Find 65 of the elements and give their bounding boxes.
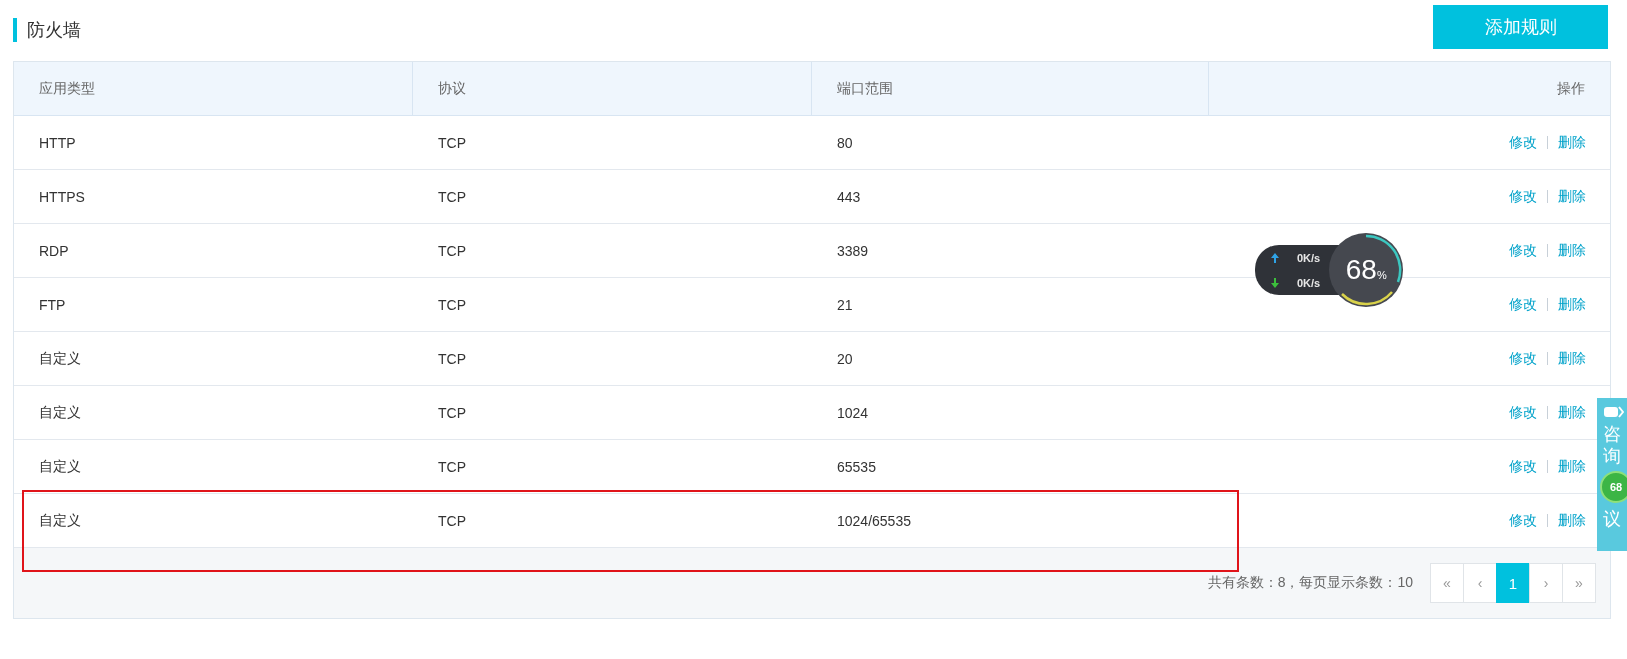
page-button[interactable]: «	[1430, 563, 1464, 603]
action-link[interactable]: 删除	[1558, 511, 1586, 530]
pagination-summary: 共有条数：8，每页显示条数：10	[1207, 574, 1413, 592]
download-arrow-icon	[1271, 277, 1279, 288]
page-button[interactable]: ‹	[1463, 563, 1497, 603]
table-cell-text: 21	[836, 296, 854, 313]
consult-label: 议	[1603, 509, 1621, 531]
upload-speed: 0K/s	[1297, 251, 1321, 264]
table-cell-text: 3389	[836, 242, 870, 259]
action-link[interactable]: 删除	[1558, 295, 1586, 314]
action-link[interactable]: 删除	[1558, 187, 1586, 206]
action-link[interactable]: 修改	[1509, 241, 1537, 260]
table-cell-text: RDP	[38, 242, 70, 259]
page-title: 防火墙	[27, 19, 81, 42]
chat-icon	[1604, 406, 1624, 418]
action-link[interactable]: 删除	[1558, 457, 1586, 476]
usage-percent: 68	[1345, 254, 1377, 286]
table-cell-text: TCP	[437, 296, 467, 313]
action-link[interactable]: 修改	[1509, 349, 1537, 368]
column-header: 操作	[1556, 79, 1586, 98]
add-rule-button[interactable]: 添加规则	[1433, 5, 1608, 49]
action-link[interactable]: 修改	[1509, 403, 1537, 422]
action-link[interactable]: 修改	[1509, 295, 1537, 314]
action-link[interactable]: 删除	[1558, 349, 1586, 368]
table-cell-text: 自定义	[38, 349, 82, 368]
table-cell-text: HTTP	[38, 134, 77, 151]
page-button[interactable]: 1	[1496, 563, 1530, 603]
table-cell-text: TCP	[437, 134, 467, 151]
action-link[interactable]: 删除	[1558, 241, 1586, 260]
action-link[interactable]: 修改	[1509, 187, 1537, 206]
action-link[interactable]: 修改	[1509, 511, 1537, 530]
table-cell-text: 1024	[836, 404, 870, 421]
upload-arrow-icon	[1271, 252, 1279, 263]
percent-unit: %	[1376, 269, 1387, 281]
table-cell-text: TCP	[437, 404, 467, 421]
table-cell-text: TCP	[437, 458, 467, 475]
column-header: 端口范围	[812, 62, 1209, 115]
action-link[interactable]: 删除	[1558, 403, 1586, 422]
table-cell-text: 80	[836, 134, 854, 151]
column-header: 协议	[413, 62, 812, 115]
download-speed: 0K/s	[1297, 276, 1321, 289]
page-button[interactable]: »	[1562, 563, 1596, 603]
accent-bar	[13, 18, 17, 42]
status-badge: 68	[1600, 471, 1627, 504]
table-cell-text: 443	[836, 188, 862, 205]
action-link[interactable]: 修改	[1509, 133, 1537, 152]
table-cell-text: TCP	[437, 512, 467, 529]
table-cell-text: FTP	[38, 296, 67, 313]
consult-label: 咨询	[1603, 424, 1621, 468]
page-button[interactable]: ›	[1529, 563, 1563, 603]
consult-tab[interactable]: 咨询 68 议	[1597, 398, 1627, 551]
table-cell-text: TCP	[437, 242, 467, 259]
column-header: 应用类型	[14, 62, 413, 115]
table-cell-text: 65535	[836, 458, 877, 475]
table-cell-text: 自定义	[38, 457, 82, 476]
table-cell-text: 1024/65535	[836, 512, 912, 529]
table-cell-text: 自定义	[38, 511, 82, 530]
table-cell-text: TCP	[437, 350, 467, 367]
action-link[interactable]: 修改	[1509, 457, 1537, 476]
action-link[interactable]: 删除	[1558, 133, 1586, 152]
table-cell-text: TCP	[437, 188, 467, 205]
speed-widget[interactable]: 0K/s 0K/s 68%	[1255, 232, 1405, 308]
table-cell-text: HTTPS	[38, 188, 86, 205]
table-cell-text: 自定义	[38, 403, 82, 422]
table-cell-text: 20	[836, 350, 854, 367]
